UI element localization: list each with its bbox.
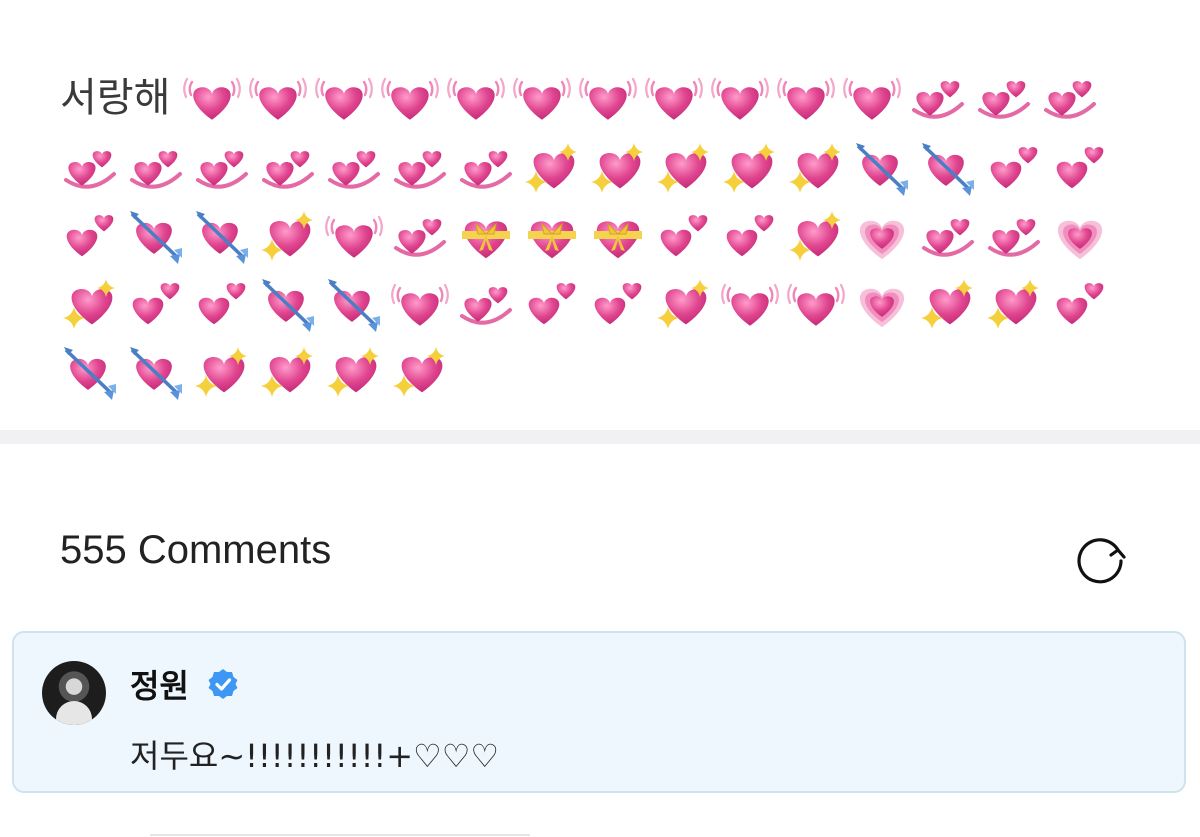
vibrating-heart-icon bbox=[446, 68, 506, 128]
revolving-hearts-icon bbox=[918, 206, 978, 266]
emoji-list bbox=[60, 73, 1116, 400]
sparkling-heart-icon bbox=[522, 138, 582, 198]
sparkling-heart-icon bbox=[588, 138, 648, 198]
vibrating-heart-icon bbox=[390, 274, 450, 334]
vibrating-heart-icon bbox=[314, 68, 374, 128]
two-hearts-icon bbox=[720, 206, 780, 266]
two-hearts-icon bbox=[1050, 274, 1110, 334]
refresh-icon[interactable] bbox=[1072, 529, 1128, 585]
revolving-hearts-icon bbox=[390, 138, 450, 198]
vibrating-heart-icon bbox=[182, 68, 242, 128]
revolving-hearts-icon bbox=[908, 68, 968, 128]
comment-author[interactable]: 정원 bbox=[130, 661, 189, 707]
two-hearts-icon bbox=[126, 274, 186, 334]
growing-heart-icon bbox=[852, 206, 912, 266]
growing-heart-icon bbox=[852, 274, 912, 334]
revolving-hearts-icon bbox=[390, 206, 450, 266]
post-text: 서랑해 bbox=[60, 75, 171, 121]
revolving-hearts-icon bbox=[456, 274, 516, 334]
two-hearts-icon bbox=[1050, 138, 1110, 198]
arrow-heart-icon bbox=[126, 206, 186, 266]
arrow-heart-icon bbox=[126, 342, 186, 402]
sparkling-heart-icon bbox=[720, 138, 780, 198]
sparkling-heart-icon bbox=[60, 274, 120, 334]
revolving-hearts-icon bbox=[258, 138, 318, 198]
growing-heart-icon bbox=[1050, 206, 1110, 266]
vibrating-heart-icon bbox=[842, 68, 902, 128]
post: 서랑해 bbox=[0, 0, 1200, 430]
revolving-hearts-icon bbox=[1040, 68, 1100, 128]
arrow-heart-icon bbox=[852, 138, 912, 198]
sparkling-heart-icon bbox=[786, 206, 846, 266]
vibrating-heart-icon bbox=[380, 68, 440, 128]
ribbon-heart-icon bbox=[588, 206, 648, 266]
two-hearts-icon bbox=[60, 206, 120, 266]
revolving-hearts-icon bbox=[984, 206, 1044, 266]
comment-card[interactable]: 정원 저두요~!!!!!!!!!!!+♡♡♡ bbox=[12, 631, 1186, 793]
sparkling-heart-icon bbox=[390, 342, 450, 402]
revolving-hearts-icon bbox=[324, 138, 384, 198]
sparkling-heart-icon bbox=[258, 206, 318, 266]
revolving-hearts-icon bbox=[192, 138, 252, 198]
post-body: 서랑해 bbox=[60, 62, 1140, 404]
vibrating-heart-icon bbox=[248, 68, 308, 128]
comment-text: 저두요~!!!!!!!!!!!+♡♡♡ bbox=[130, 737, 500, 775]
comments-count: 555 Comments bbox=[60, 528, 332, 572]
sparkling-heart-icon bbox=[258, 342, 318, 402]
arrow-heart-icon bbox=[192, 206, 252, 266]
vibrating-heart-icon bbox=[578, 68, 638, 128]
sparkling-heart-icon bbox=[192, 342, 252, 402]
vibrating-heart-icon bbox=[786, 274, 846, 334]
sparkling-heart-icon bbox=[324, 342, 384, 402]
arrow-heart-icon bbox=[324, 274, 384, 334]
vibrating-heart-icon bbox=[324, 206, 384, 266]
revolving-hearts-icon bbox=[456, 138, 516, 198]
sparkling-heart-icon bbox=[918, 274, 978, 334]
sparkling-heart-icon bbox=[654, 138, 714, 198]
revolving-hearts-icon bbox=[126, 138, 186, 198]
two-hearts-icon bbox=[984, 138, 1044, 198]
vibrating-heart-icon bbox=[644, 68, 704, 128]
two-hearts-icon bbox=[588, 274, 648, 334]
arrow-heart-icon bbox=[60, 342, 120, 402]
section-divider bbox=[0, 430, 1200, 444]
sparkling-heart-icon bbox=[654, 274, 714, 334]
two-hearts-icon bbox=[654, 206, 714, 266]
sparkling-heart-icon bbox=[786, 138, 846, 198]
ribbon-heart-icon bbox=[456, 206, 516, 266]
revolving-hearts-icon bbox=[60, 138, 120, 198]
ribbon-heart-icon bbox=[522, 206, 582, 266]
two-hearts-icon bbox=[522, 274, 582, 334]
avatar[interactable] bbox=[42, 661, 106, 725]
vibrating-heart-icon bbox=[710, 68, 770, 128]
vibrating-heart-icon bbox=[512, 68, 572, 128]
verified-badge-icon bbox=[206, 667, 240, 701]
sparkling-heart-icon bbox=[984, 274, 1044, 334]
arrow-heart-icon bbox=[258, 274, 318, 334]
two-hearts-icon bbox=[192, 274, 252, 334]
next-item-edge bbox=[150, 834, 530, 836]
arrow-heart-icon bbox=[918, 138, 978, 198]
vibrating-heart-icon bbox=[720, 274, 780, 334]
vibrating-heart-icon bbox=[776, 68, 836, 128]
revolving-hearts-icon bbox=[974, 68, 1034, 128]
